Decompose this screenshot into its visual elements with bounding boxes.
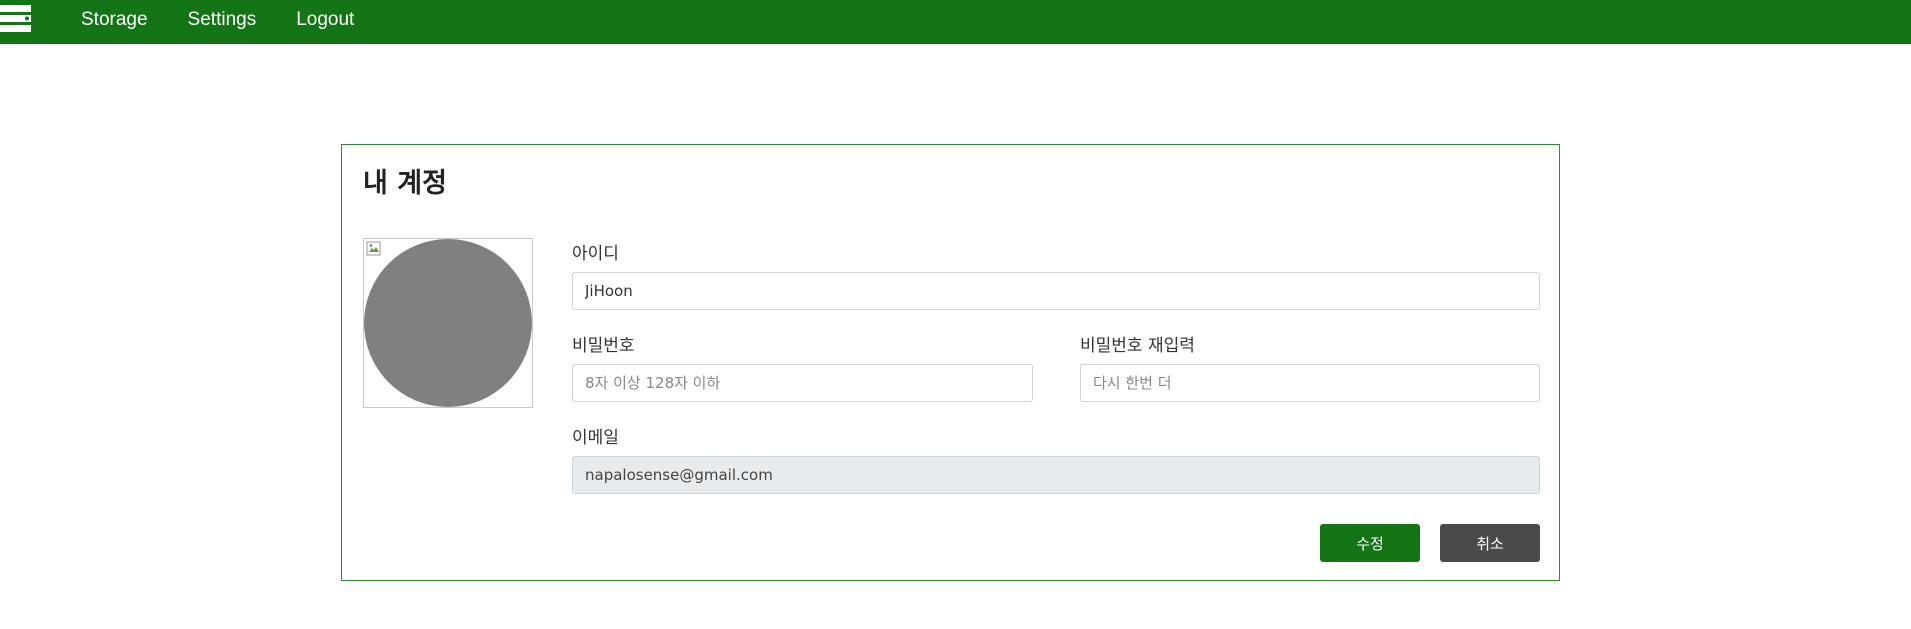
email-label: 이메일: [572, 428, 619, 448]
email-field[interactable]: [572, 456, 1540, 494]
password-confirm-field[interactable]: [1080, 364, 1540, 402]
password-label: 비밀번호: [572, 336, 635, 356]
main-nav: Storage Settings Logout: [81, 0, 394, 40]
password-field[interactable]: [572, 364, 1033, 402]
broken-image-icon: [366, 241, 381, 256]
avatar[interactable]: [363, 238, 533, 408]
id-field[interactable]: [572, 272, 1540, 310]
top-navigation-bar: Storage Settings Logout: [0, 0, 1911, 44]
nav-logout-link[interactable]: Logout: [296, 9, 354, 31]
nav-storage-link[interactable]: Storage: [81, 9, 148, 31]
nav-settings-link[interactable]: Settings: [188, 9, 257, 31]
save-button[interactable]: 수정: [1320, 524, 1420, 562]
account-card: 내 계정 아이디 비밀번호 비밀번호 재입력 이메일 수정 취소: [341, 144, 1560, 581]
password-confirm-label: 비밀번호 재입력: [1080, 336, 1195, 356]
server-icon[interactable]: [0, 3, 32, 33]
cancel-button[interactable]: 취소: [1440, 524, 1540, 562]
page-title: 내 계정: [363, 168, 447, 199]
id-label: 아이디: [572, 244, 619, 264]
avatar-placeholder-icon: [364, 239, 532, 407]
